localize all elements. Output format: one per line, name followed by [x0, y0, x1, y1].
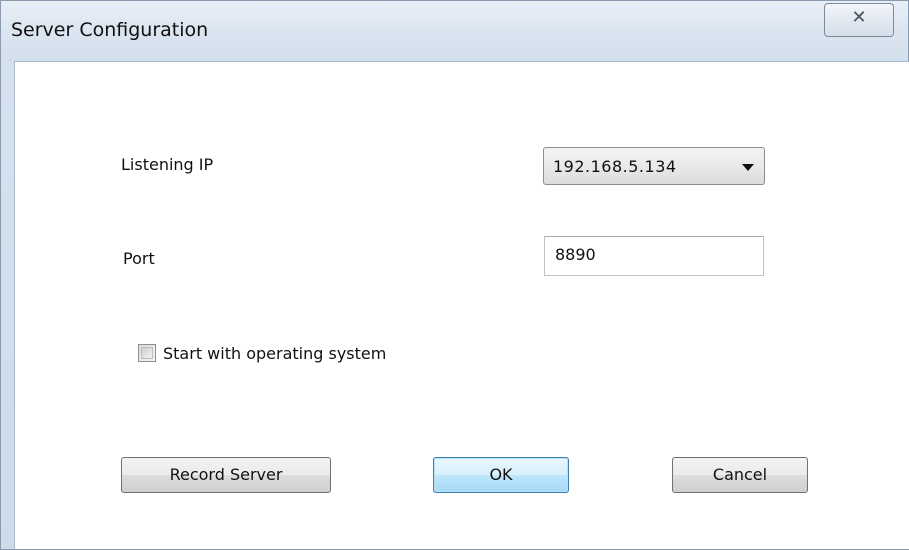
- title-bar: Server Configuration ✕: [1, 1, 908, 61]
- close-icon: ✕: [851, 7, 867, 28]
- listening-ip-select[interactable]: 192.168.5.134: [543, 147, 765, 185]
- record-server-button[interactable]: Record Server: [121, 457, 331, 493]
- listening-ip-label: Listening IP: [121, 155, 214, 174]
- cancel-button[interactable]: Cancel: [672, 457, 808, 493]
- start-with-os-label[interactable]: Start with operating system: [163, 344, 386, 363]
- server-configuration-dialog: Server Configuration ✕ Listening IP 192.…: [0, 0, 909, 550]
- start-with-os-checkbox[interactable]: [138, 344, 156, 362]
- port-input[interactable]: 8890: [544, 236, 764, 276]
- close-button[interactable]: ✕: [824, 3, 894, 37]
- checkbox-box: [141, 347, 153, 359]
- port-label: Port: [123, 249, 155, 268]
- listening-ip-value: 192.168.5.134: [553, 157, 677, 176]
- chevron-down-icon: [742, 164, 754, 171]
- window-title: Server Configuration: [11, 19, 209, 41]
- ok-button[interactable]: OK: [433, 457, 569, 493]
- dialog-body: Listening IP 192.168.5.134 Port 8890 Sta…: [14, 61, 909, 549]
